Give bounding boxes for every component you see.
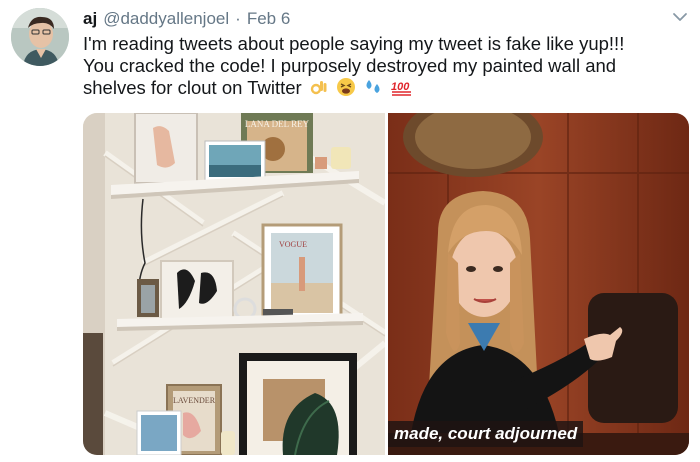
tweet-media[interactable]: LANA DEL REY VOGUE LAVENDER made, court …: [83, 113, 689, 455]
tweet-text: I'm reading tweets about people saying m…: [83, 33, 683, 99]
album-label: LANA DEL REY: [245, 119, 310, 129]
svg-text:100: 100: [391, 81, 410, 93]
shelf-photo[interactable]: LANA DEL REY VOGUE LAVENDER: [83, 113, 385, 455]
ok-hand-emoji: [310, 81, 327, 95]
tweet-text-line: shelves for clout on Twitter 100: [83, 77, 683, 99]
separator-dot: ·: [235, 9, 241, 28]
tweet-text-line: I'm reading tweets about people saying m…: [83, 33, 625, 54]
tweet-text-line: You cracked the code! I purposely destro…: [83, 55, 617, 76]
tweet-date[interactable]: Feb 6: [247, 9, 290, 29]
judge-gif[interactable]: made, court adjourned: [388, 113, 689, 455]
avatar[interactable]: [11, 8, 69, 66]
hundred-points-emoji: 100: [391, 81, 412, 96]
user-handle[interactable]: @daddyallenjoel: [103, 9, 229, 29]
book-label: LAVENDER: [173, 396, 216, 405]
display-name[interactable]: aj: [83, 9, 97, 29]
tweet-card: aj @daddyallenjoel · Feb 6 I'm reading t…: [0, 0, 700, 462]
tweet-header: aj @daddyallenjoel · Feb 6: [83, 9, 290, 31]
gif-caption: made, court adjourned: [388, 421, 584, 447]
tired-face-emoji: [336, 78, 355, 96]
sweat-droplets-emoji: [366, 80, 380, 93]
poster-label: VOGUE: [279, 240, 307, 249]
chevron-down-icon[interactable]: [672, 10, 688, 24]
